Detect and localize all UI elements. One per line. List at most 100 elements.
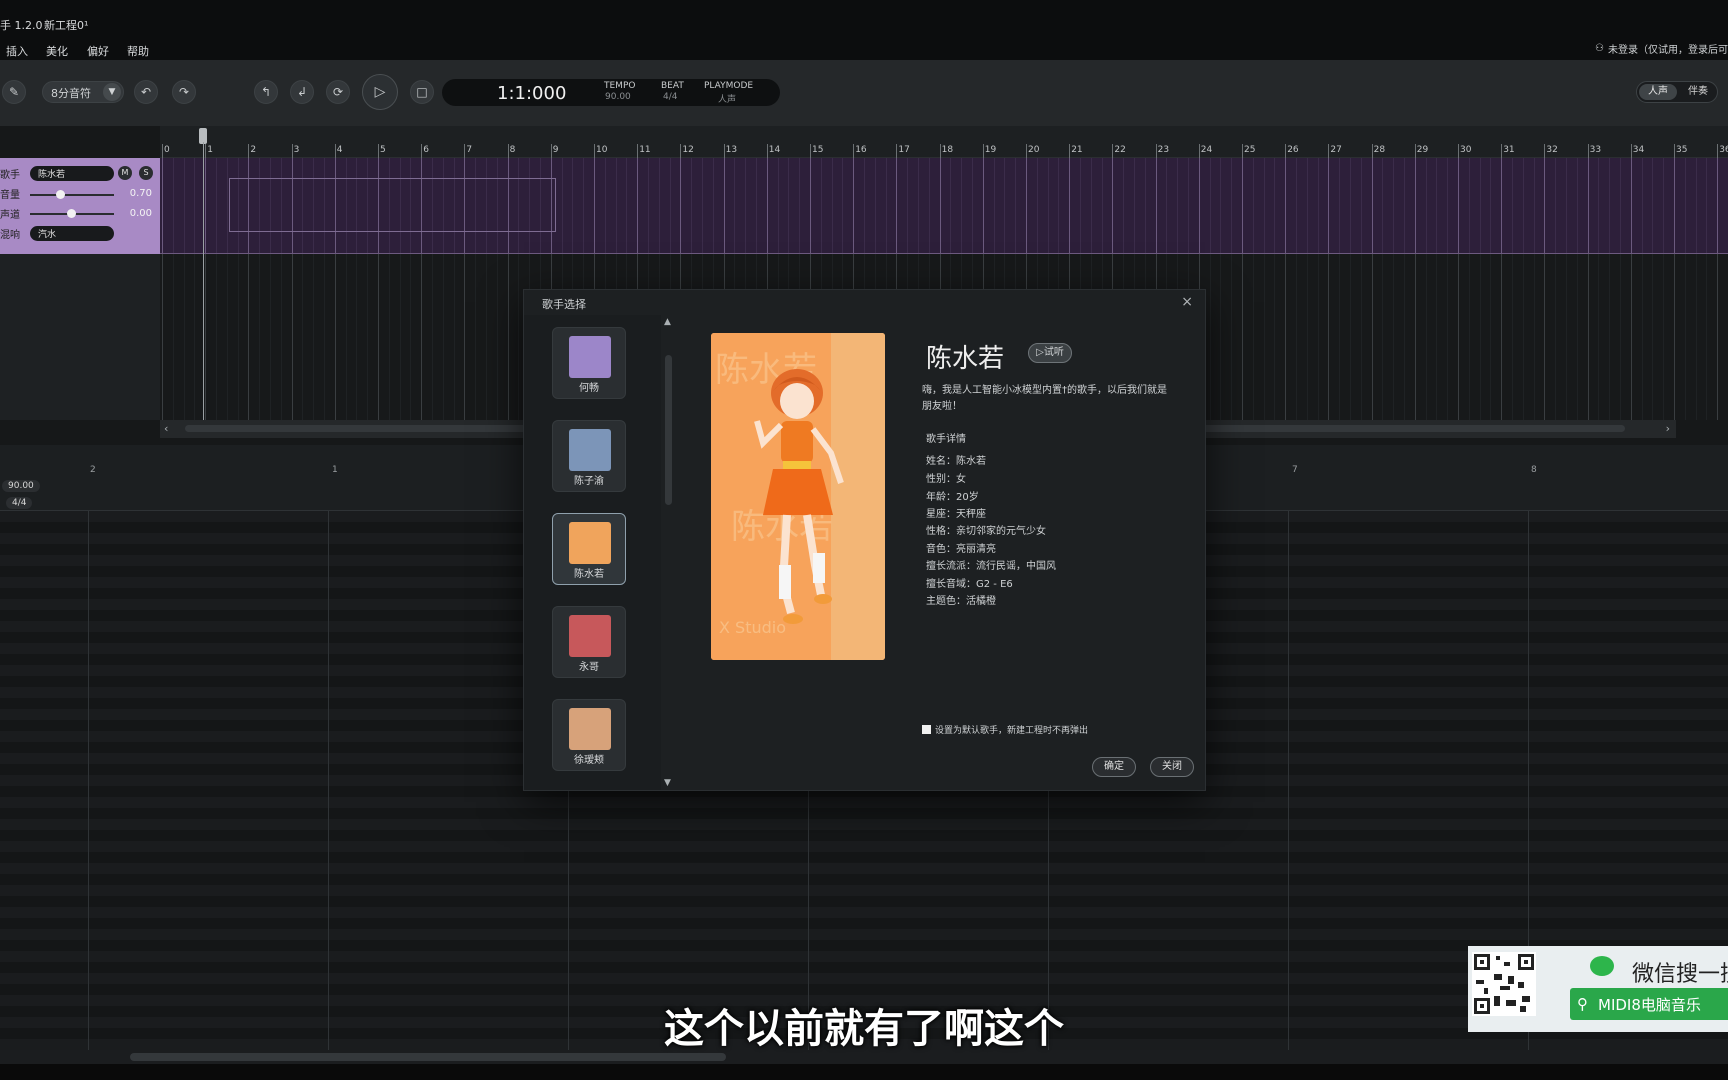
scroll-down-icon[interactable]: ▼ <box>664 778 671 788</box>
default-singer-checkbox[interactable]: 设置为默认歌手，新建工程时不再弹出 <box>922 723 1088 736</box>
singer-list-scroll-thumb[interactable] <box>665 355 672 505</box>
scroll-left-icon[interactable]: ‹ <box>164 422 168 435</box>
grid-line <box>1587 254 1589 420</box>
scroll-up-icon[interactable]: ▲ <box>664 317 671 327</box>
menu-preferences[interactable]: 偏好 <box>87 43 109 59</box>
ruler-number: 1 <box>207 145 213 155</box>
reverb-select[interactable]: 汽水 <box>30 226 114 241</box>
beat-tag[interactable]: 4/4 <box>6 497 33 509</box>
grid-line <box>442 254 444 420</box>
grid-line <box>1317 254 1319 420</box>
beat-value[interactable]: 4/4 <box>663 92 677 102</box>
loop-start-button[interactable]: ↰ <box>254 80 278 104</box>
roll-bar-label: 7 <box>1292 465 1298 475</box>
singer-card-chen-shuiruo[interactable]: 陈水若 <box>552 513 626 585</box>
selection-region[interactable] <box>229 178 556 232</box>
pan-slider-knob[interactable] <box>67 209 76 218</box>
grid-line <box>734 158 736 253</box>
playmode-label: PLAYMODE <box>704 81 754 91</box>
grid-line <box>1382 254 1384 420</box>
solo-button[interactable]: S <box>139 166 153 180</box>
grid-line <box>1566 158 1567 253</box>
pen-tool-button[interactable]: ✎ <box>2 80 26 104</box>
mode-vocal-button[interactable]: 人声 <box>1639 84 1677 100</box>
grid-line <box>1447 158 1449 253</box>
grid-line <box>291 254 293 420</box>
grid-line <box>1015 158 1017 253</box>
grid-line <box>680 158 682 253</box>
singer-card-yong-ge[interactable]: 永哥 <box>552 606 626 678</box>
ruler-number: 12 <box>682 145 694 155</box>
grid-line <box>1620 158 1621 253</box>
grid-line <box>1717 254 1719 420</box>
grid-line <box>1306 254 1308 420</box>
singer-card-xu[interactable]: 徐瑷颊 <box>552 699 626 771</box>
ruler-number: 18 <box>941 145 954 155</box>
singer-card-he-chang[interactable]: 何畅 <box>552 327 626 399</box>
bottom-band <box>0 1064 1728 1080</box>
note-length-select[interactable]: 8分音符 ▼ <box>42 81 124 103</box>
timeline-ruler[interactable]: 0 1 2 3 4 5 6 7 8 9 10 11 12 13 14 15 16 17 18 19 20 21 22 23 24… <box>160 126 1728 158</box>
singer-card-chen-ziyu[interactable]: 陈子渝 <box>552 420 626 492</box>
ruler-number: 23 <box>1157 145 1170 155</box>
grid-line <box>1306 158 1308 253</box>
grid-line <box>1371 158 1373 253</box>
mode-accomp-button[interactable]: 伴奏 <box>1679 84 1717 100</box>
grid-line <box>1566 254 1567 420</box>
loop-button[interactable]: ⟳ <box>326 80 350 104</box>
detail-name: 姓名：陈水若 <box>926 456 986 467</box>
grid-line <box>1123 158 1125 253</box>
menu-beautify[interactable]: 美化 <box>46 43 68 59</box>
volume-slider[interactable] <box>30 194 114 196</box>
ruler-tick <box>248 144 250 158</box>
ruler-number: 8 <box>509 145 516 155</box>
undo-button[interactable]: ↶ <box>134 80 158 104</box>
grid-line <box>1328 254 1330 420</box>
grid-line <box>896 158 898 253</box>
grid-line <box>1620 254 1621 420</box>
note-length-value: 8分音符 <box>51 87 91 100</box>
tempo-value[interactable]: 90.00 <box>605 92 631 102</box>
redo-button[interactable]: ↷ <box>172 80 196 104</box>
roll-bar-line <box>328 511 329 1050</box>
mode-toggle[interactable]: 人声 伴奏 <box>1636 81 1718 103</box>
ruler-tick <box>1501 144 1503 158</box>
scroll-right-icon[interactable]: › <box>1666 422 1670 435</box>
grid-line <box>918 158 919 253</box>
ruler-tick <box>1198 144 1200 158</box>
login-status[interactable]: ⚇ 未登录（仅试用，登录后可 <box>1595 41 1728 56</box>
singer-select[interactable]: 陈水若 <box>30 166 114 181</box>
menu-insert[interactable]: 插入 <box>6 43 28 59</box>
grid-line <box>464 254 466 420</box>
close-button[interactable]: 关闭 <box>1150 757 1194 777</box>
stop-button[interactable]: □ <box>410 80 434 104</box>
grid-line <box>194 254 196 420</box>
grid-line <box>1339 158 1341 253</box>
grid-line <box>1252 158 1254 253</box>
ruler-number: 35 <box>1676 145 1688 155</box>
play-button[interactable]: ▷ <box>362 74 398 110</box>
grid-line <box>378 254 379 420</box>
mute-button[interactable]: M <box>118 166 132 180</box>
preview-listen-button[interactable]: ▷试听 <box>1028 343 1072 363</box>
grid-line <box>1522 254 1524 420</box>
singer-list-scrollbar[interactable]: ▲ ▼ <box>661 315 677 790</box>
close-icon[interactable]: × <box>1181 294 1193 310</box>
volume-slider-knob[interactable] <box>55 190 65 199</box>
rewind-button[interactable]: ↲ <box>290 80 314 104</box>
playmode-value[interactable]: 人声 <box>718 92 736 105</box>
confirm-button[interactable]: 确定 <box>1092 757 1136 777</box>
grid-line <box>183 254 185 420</box>
checkbox-box[interactable] <box>922 725 931 734</box>
grid-line <box>313 254 315 420</box>
tempo-tag[interactable]: 90.00 <box>2 480 40 492</box>
ruler-tick <box>1458 144 1459 158</box>
menu-help[interactable]: 帮助 <box>127 43 149 59</box>
ruler-tick <box>1242 144 1243 158</box>
grid-line <box>216 158 217 253</box>
piano-roll-scrollbar-thumb[interactable] <box>130 1053 726 1061</box>
grid-line <box>432 254 433 420</box>
grid-line <box>853 158 855 253</box>
grid-line <box>561 158 563 253</box>
ruler-tick <box>507 144 509 158</box>
